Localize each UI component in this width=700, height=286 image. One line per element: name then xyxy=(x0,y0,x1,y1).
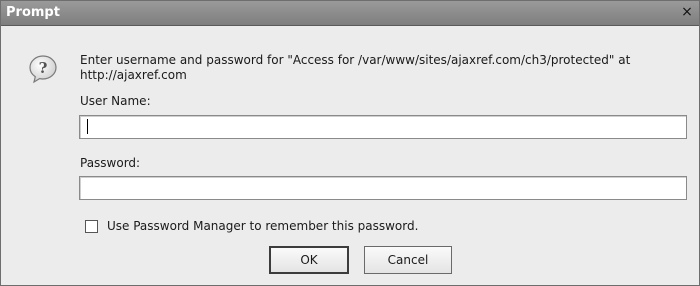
close-button[interactable]: × xyxy=(679,4,695,20)
password-label: Password: xyxy=(80,156,141,170)
prompt-message: Enter username and password for "Access … xyxy=(80,53,680,83)
password-input[interactable] xyxy=(79,176,687,200)
username-input[interactable] xyxy=(79,115,687,139)
text-caret xyxy=(87,119,88,134)
title-bar[interactable]: Prompt × xyxy=(1,1,699,26)
remember-password-checkbox[interactable] xyxy=(85,220,98,233)
ok-button[interactable]: OK xyxy=(269,246,349,274)
prompt-dialog: Prompt × ? Enter username and password f… xyxy=(0,0,700,286)
svg-text:?: ? xyxy=(39,59,48,77)
cancel-button[interactable]: Cancel xyxy=(364,246,452,274)
remember-password-label[interactable]: Use Password Manager to remember this pa… xyxy=(107,219,418,233)
window-title: Prompt xyxy=(6,5,60,20)
message-line-1: Enter username and password for "Access … xyxy=(80,53,631,67)
username-label: User Name: xyxy=(80,94,151,108)
question-icon: ? xyxy=(29,55,57,84)
message-line-2: http://ajaxref.com xyxy=(80,68,187,82)
